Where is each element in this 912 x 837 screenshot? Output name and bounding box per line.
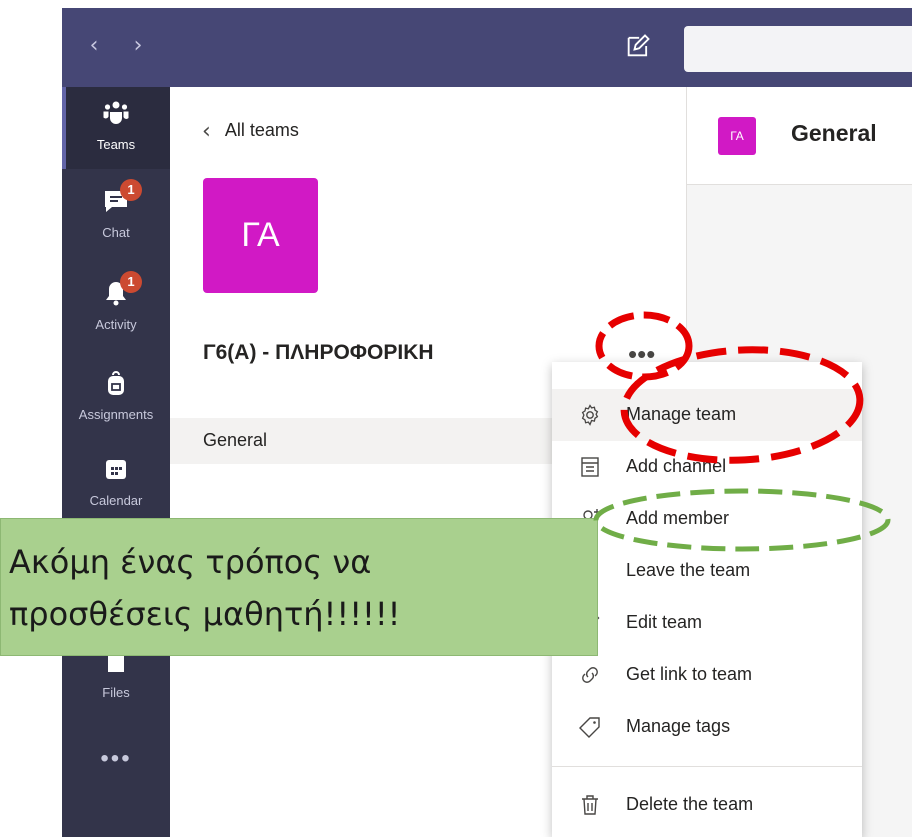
menu-item-label: Manage team	[626, 404, 737, 424]
menu-item-manage-team[interactable]: Manage team	[552, 389, 862, 441]
rail-more-icon[interactable]: •••	[62, 745, 170, 773]
gear-icon	[581, 404, 599, 426]
back-arrow-icon[interactable]: ‹	[82, 34, 106, 58]
search-input[interactable]	[684, 26, 912, 72]
rail-label: Files	[102, 685, 130, 700]
trash-icon	[582, 795, 598, 815]
menu-item-label: Add channel	[626, 456, 727, 476]
menu-item-add-member[interactable]: Add member	[552, 493, 862, 545]
rail-item-assignments[interactable]: Assignments	[62, 357, 170, 439]
menu-item-edit-team[interactable]: Edit team	[552, 597, 862, 649]
add-channel-icon	[581, 457, 599, 477]
menu-item-label: Leave the team	[626, 560, 751, 580]
menu-divider	[552, 766, 862, 767]
all-teams-label: All teams	[224, 120, 299, 140]
calendar-icon	[106, 460, 126, 479]
rail-label: Teams	[96, 137, 136, 152]
app-rail: Teams 1 Chat 1 Activity Assignments Cale…	[62, 87, 170, 837]
rail-item-teams[interactable]: Teams	[62, 87, 170, 169]
compose-icon[interactable]	[624, 32, 652, 60]
rail-label: Chat	[102, 225, 130, 240]
callout-line-1: Ακόμη ένας τρόπος να	[9, 543, 372, 581]
forward-arrow-icon[interactable]: ›	[126, 34, 150, 58]
channel-header: ΓΑ General	[687, 87, 912, 185]
team-options-menu: Manage team Add channel Add member Leave…	[552, 362, 862, 837]
menu-item-label: Add member	[626, 508, 730, 528]
annotation-callout: Ακόμη ένας τρόπος να προσθέσεις μαθητή!!…	[0, 518, 598, 656]
menu-item-add-channel[interactable]: Add channel	[552, 441, 862, 493]
link-icon	[582, 667, 598, 683]
rail-label: Assignments	[78, 407, 154, 422]
channel-team-avatar: ΓΑ	[718, 117, 756, 155]
menu-item-manage-tags[interactable]: Manage tags	[552, 701, 862, 753]
backpack-icon	[108, 371, 124, 395]
menu-item-leave-team[interactable]: Leave the team	[552, 545, 862, 597]
channel-label: General	[203, 430, 268, 450]
menu-item-label: Get link to team	[626, 664, 753, 684]
menu-item-delete-team[interactable]: Delete the team	[552, 779, 862, 831]
chevron-left-icon: ‹	[202, 119, 211, 144]
channel-title: General	[791, 120, 877, 146]
title-bar: ‹ ›	[62, 8, 912, 87]
menu-item-label: Edit team	[626, 612, 703, 632]
rail-item-chat[interactable]: 1 Chat	[62, 175, 170, 257]
rail-label: Activity	[95, 317, 137, 332]
rail-item-calendar[interactable]: Calendar	[62, 443, 170, 525]
rail-label: Calendar	[89, 493, 143, 508]
tag-icon	[579, 717, 600, 738]
callout-line-2: προσθέσεις μαθητή!!!!!!	[9, 595, 401, 633]
menu-item-label: Manage tags	[626, 716, 731, 736]
team-name: Γ6(Α) - ΠΛΗΡΟΦΟΡΙΚΗ	[203, 341, 434, 364]
menu-item-get-link[interactable]: Get link to team	[552, 649, 862, 701]
team-avatar: ΓΑ	[203, 178, 318, 293]
chat-badge: 1	[120, 179, 142, 201]
activity-badge: 1	[120, 271, 142, 293]
teams-icon	[103, 101, 129, 124]
menu-item-label: Delete the team	[626, 794, 754, 814]
all-teams-link[interactable]: ‹ All teams	[202, 119, 299, 144]
rail-item-activity[interactable]: 1 Activity	[62, 267, 170, 349]
